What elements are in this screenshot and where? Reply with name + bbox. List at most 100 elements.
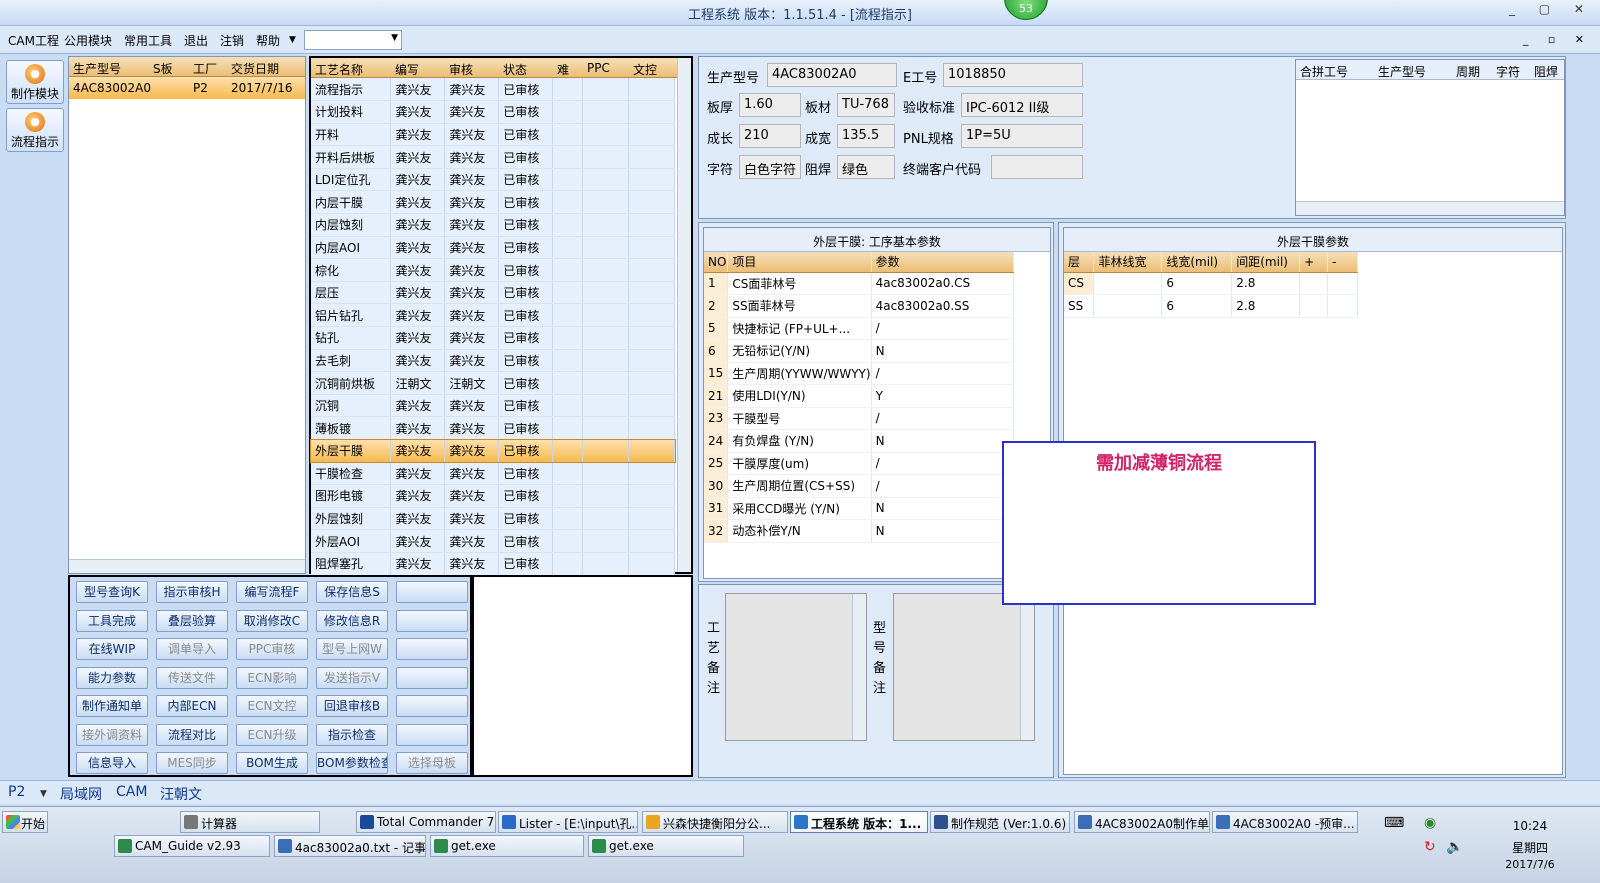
table-row[interactable]: 开料后烘板 龚兴友 龚兴友 已审核	[311, 145, 675, 169]
taskbar-button[interactable]: 兴森快捷衡阳分公...	[642, 811, 788, 833]
merge-table-hscroll[interactable]	[1296, 201, 1564, 215]
status-cam[interactable]: CAM	[116, 784, 147, 800]
table-row[interactable]: 铝片钻孔 龚兴友 龚兴友 已审核	[311, 303, 675, 328]
column-header[interactable]: 层	[1064, 252, 1095, 273]
table-row[interactable]: 沉铜前烘板 汪朝文 汪朝文 已审核	[311, 371, 675, 395]
production-module-button[interactable]: ● 制作模块	[6, 60, 64, 104]
sync-icon[interactable]: ↻	[1424, 839, 1436, 855]
blank-action-button[interactable]	[396, 723, 468, 746]
taskbar-button[interactable]: 4AC83002A0制作单...	[1074, 811, 1210, 833]
table-row[interactable]: SS 6 2.8	[1064, 294, 1358, 318]
start-button[interactable]: 开始	[2, 811, 48, 833]
action-button[interactable]: 内部ECN	[156, 695, 228, 717]
blank-action-button[interactable]	[396, 581, 468, 603]
table-row[interactable]: 25 干膜厚度(um) /	[704, 452, 1015, 475]
table-cell[interactable]	[1093, 294, 1163, 318]
action-button[interactable]: 发送指示V	[316, 666, 388, 689]
menu-tools[interactable]: 常用工具	[124, 32, 172, 49]
taskbar-button[interactable]: get.exe	[588, 835, 744, 857]
silkscreen-field[interactable]: 白色字符	[739, 155, 801, 179]
model-remarks-textarea[interactable]	[893, 593, 1035, 741]
taskbar-button[interactable]: CAM_Guide v2.93	[114, 835, 270, 857]
table-row[interactable]: 5 快捷标记 (FP+UL+... /	[704, 317, 1015, 340]
action-button[interactable]: PPC审核	[236, 638, 308, 660]
taskbar-button[interactable]: 制作规范 (Ver:1.0.6)	[930, 811, 1070, 833]
action-button[interactable]: MES同步	[156, 752, 228, 774]
table-row[interactable]: 沉铜 龚兴友 龚兴友 已审核	[311, 394, 675, 418]
table-row[interactable]: 棕化 龚兴友 龚兴友 已审核	[311, 258, 675, 282]
action-button[interactable]: 能力参数	[76, 666, 148, 689]
table-row[interactable]: 21 使用LDI(Y/N) Y	[704, 384, 1015, 408]
action-button[interactable]: 叠层验算	[156, 609, 228, 632]
action-button[interactable]: 选择母板	[396, 752, 468, 774]
column-header[interactable]: 项目	[727, 252, 872, 273]
action-button[interactable]: 传送文件	[156, 666, 228, 689]
finished-width-field[interactable]: 135.5	[837, 124, 895, 148]
table-row[interactable]: 计划投料 龚兴友 龚兴友 已审核	[311, 100, 675, 124]
table-row[interactable]: 钻孔 龚兴友 龚兴友 已审核	[311, 326, 675, 350]
table-row[interactable]: CS 6 2.8	[1064, 272, 1358, 295]
action-button[interactable]: 制作通知单	[76, 695, 148, 717]
taskbar-button[interactable]: 4AC83002A0 -预审...	[1212, 811, 1358, 833]
action-button[interactable]: 调单导入	[156, 638, 228, 660]
action-button[interactable]: 保存信息S	[316, 581, 388, 603]
taskbar-button[interactable]: Lister - [E:\input\孔...	[498, 811, 638, 833]
action-button[interactable]: ECN升级	[236, 723, 308, 746]
board-material-field[interactable]: TU-768	[837, 93, 895, 117]
pnl-spec-field[interactable]: 1P=5U	[961, 124, 1083, 148]
action-button[interactable]: 在线WIP	[76, 638, 148, 660]
menu-help[interactable]: 帮助	[256, 32, 280, 49]
job-list-hscroll[interactable]	[69, 559, 305, 573]
column-header[interactable]: 间距(mil)	[1231, 252, 1301, 273]
blank-action-button[interactable]	[396, 609, 468, 632]
help-dropdown-icon[interactable]: ▼	[289, 35, 296, 45]
flow-instruction-button[interactable]: ● 流程指示	[6, 108, 64, 152]
board-thickness-field[interactable]: 1.60	[739, 93, 801, 117]
process-remarks-vscroll[interactable]	[852, 594, 866, 740]
action-button[interactable]: ECN影响	[236, 666, 308, 689]
table-row[interactable]: 流程指示 龚兴友 龚兴友 已审核	[311, 78, 675, 102]
model-number-field[interactable]: 4AC83002A0	[767, 63, 897, 87]
table-row[interactable]: 内层蚀刻 龚兴友 龚兴友 已审核	[311, 213, 675, 237]
table-row[interactable]: LDI定位孔 龚兴友 龚兴友 已审核	[311, 168, 675, 192]
action-button[interactable]: 编写流程F	[236, 581, 308, 603]
table-row[interactable]: 31 采用CCD曝光 (Y/N) N	[704, 497, 1015, 520]
menu-combo[interactable]: ▼	[304, 30, 402, 50]
menu-exit[interactable]: 退出	[184, 32, 208, 49]
action-button[interactable]: BOM生成	[236, 752, 308, 774]
table-row[interactable]: 4AC83002A0 P2 2017/7/16	[69, 77, 305, 99]
action-button[interactable]: 接外调资料	[76, 723, 148, 746]
table-row[interactable]: 阻焊塞孔 龚兴友 龚兴友 已审核	[311, 552, 675, 576]
action-button[interactable]: 工具完成	[76, 609, 148, 632]
table-row[interactable]: 外层干膜 龚兴友 龚兴友 已审核	[310, 438, 676, 464]
action-button[interactable]: 回退审核B	[316, 695, 388, 717]
volume-icon[interactable]: 🔈	[1446, 839, 1463, 855]
blank-action-button[interactable]	[396, 695, 468, 717]
process-remarks-textarea[interactable]	[725, 593, 867, 741]
keyboard-icon[interactable]: ⌨	[1384, 815, 1404, 831]
table-row[interactable]: 外层蚀刻 龚兴友 龚兴友 已审核	[311, 507, 675, 531]
table-row[interactable]: 6 无铅标记(Y/N) N	[704, 339, 1015, 363]
finished-length-field[interactable]: 210	[739, 124, 801, 148]
table-row[interactable]: 外层AOI 龚兴友 龚兴友 已审核	[311, 529, 675, 553]
acceptance-standard-field[interactable]: IPC-6012 II级	[961, 93, 1083, 117]
menu-logout[interactable]: 注销	[220, 32, 244, 49]
action-button[interactable]: ECN文控	[236, 695, 308, 717]
status-user[interactable]: 汪朝文	[160, 784, 202, 804]
table-row[interactable]: 1 CS面菲林号 4ac83002a0.CS	[704, 272, 1015, 295]
blank-action-button[interactable]	[396, 666, 468, 689]
model-remarks-vscroll[interactable]	[1020, 594, 1034, 740]
blank-action-button[interactable]	[396, 638, 468, 660]
factory-dropdown-icon[interactable]: ▼	[40, 789, 47, 799]
column-header[interactable]: -	[1327, 252, 1358, 273]
column-header[interactable]: +	[1299, 252, 1329, 273]
action-button[interactable]: 修改信息R	[316, 609, 388, 632]
table-row[interactable]: 内层干膜 龚兴友 龚兴友 已审核	[311, 190, 675, 215]
table-row[interactable]: 32 动态补偿Y/N N	[704, 519, 1015, 543]
action-button[interactable]: 取消修改C	[236, 609, 308, 632]
table-row[interactable]: 层压 龚兴友 龚兴友 已审核	[311, 281, 675, 305]
taskbar-button[interactable]: 工程系统 版本：1...	[790, 811, 928, 833]
table-row[interactable]: 24 有负焊盘 (Y/N) N	[704, 429, 1015, 453]
table-row[interactable]: 23 干膜型号 /	[704, 407, 1015, 430]
action-button[interactable]: 型号查询K	[76, 581, 148, 603]
